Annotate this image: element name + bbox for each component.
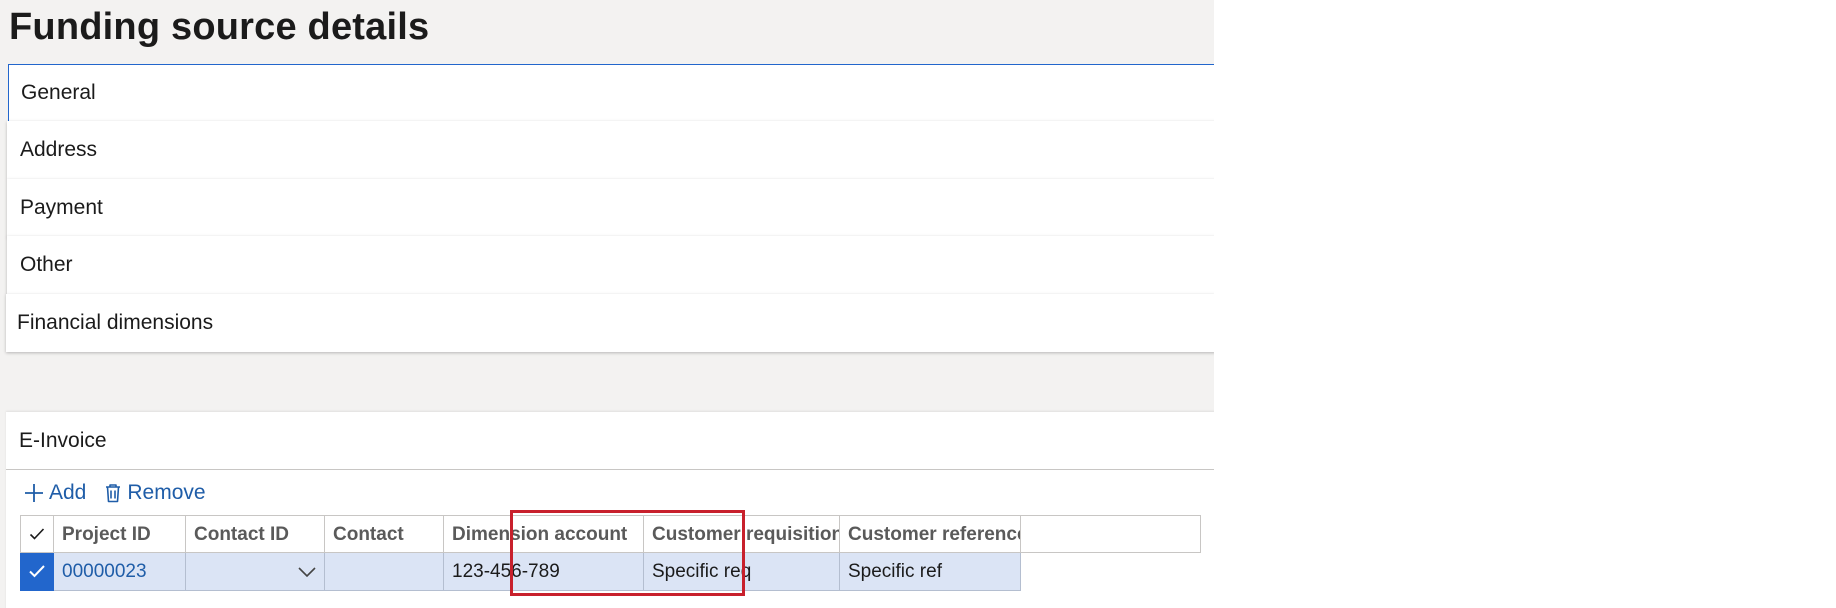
fasttab-payment-label: Payment xyxy=(20,196,103,219)
table-row[interactable]: 00000023 123-456-789 Specific req Specif xyxy=(20,552,1201,591)
project-id-link[interactable]: 00000023 xyxy=(62,561,147,582)
column-header-customer-reference[interactable]: Customer reference xyxy=(839,515,1021,553)
fasttab-general-label: General xyxy=(21,81,96,104)
fasttab-financial-dimensions-label: Financial dimensions xyxy=(17,311,214,334)
fasttab-address[interactable]: Address xyxy=(7,121,1214,179)
grid-header-row: Project ID Contact ID Contact Dimension … xyxy=(20,515,1201,553)
funding-source-details-page: Funding source details General Address P… xyxy=(0,0,1214,608)
column-header-contact[interactable]: Contact xyxy=(324,515,444,553)
plus-icon xyxy=(24,483,44,503)
fasttab-other-label: Other xyxy=(20,253,73,276)
checkmark-icon xyxy=(29,523,45,544)
fasttab-e-invoice: E-Invoice Add Remove Project ID Contact … xyxy=(6,412,1214,608)
chevron-down-icon[interactable] xyxy=(298,561,316,583)
row-select-checkbox[interactable] xyxy=(20,552,54,591)
column-header-dimension-account[interactable]: Dimension account xyxy=(443,515,644,553)
cell-overflow xyxy=(1020,552,1201,591)
trash-icon xyxy=(104,483,122,503)
contact-id-combobox[interactable] xyxy=(185,552,325,591)
fasttab-payment[interactable]: Payment xyxy=(7,179,1214,237)
e-invoice-grid: Project ID Contact ID Contact Dimension … xyxy=(20,515,1201,591)
cell-project-id[interactable]: 00000023 xyxy=(53,552,186,591)
grid-action-bar: Add Remove xyxy=(24,476,206,510)
column-header-contact-id[interactable]: Contact ID xyxy=(185,515,325,553)
fasttab-other[interactable]: Other xyxy=(7,236,1214,294)
cell-dimension-account[interactable]: 123-456-789 xyxy=(443,552,644,591)
page-title: Funding source details xyxy=(9,6,430,48)
fasttab-e-invoice-label: E-Invoice xyxy=(19,428,107,452)
column-header-customer-requisition[interactable]: Customer requisition xyxy=(643,515,840,553)
add-button[interactable]: Add xyxy=(24,481,86,505)
cell-customer-reference[interactable]: Specific ref xyxy=(839,552,1021,591)
column-header-project-id[interactable]: Project ID xyxy=(53,515,186,553)
remove-button[interactable]: Remove xyxy=(104,481,206,505)
checkmark-icon xyxy=(28,561,46,582)
add-button-label: Add xyxy=(49,481,87,504)
cell-customer-requisition[interactable]: Specific req xyxy=(643,552,840,591)
fasttab-general[interactable]: General xyxy=(8,64,1214,122)
column-header-overflow xyxy=(1020,515,1201,553)
remove-button-label: Remove xyxy=(127,481,206,504)
select-all-checkbox[interactable] xyxy=(20,515,54,553)
fasttab-e-invoice-header[interactable]: E-Invoice xyxy=(6,412,1214,470)
fasttab-financial-dimensions[interactable]: Financial dimensions xyxy=(6,294,1214,352)
fasttab-address-label: Address xyxy=(20,138,98,161)
cell-contact[interactable] xyxy=(324,552,444,591)
